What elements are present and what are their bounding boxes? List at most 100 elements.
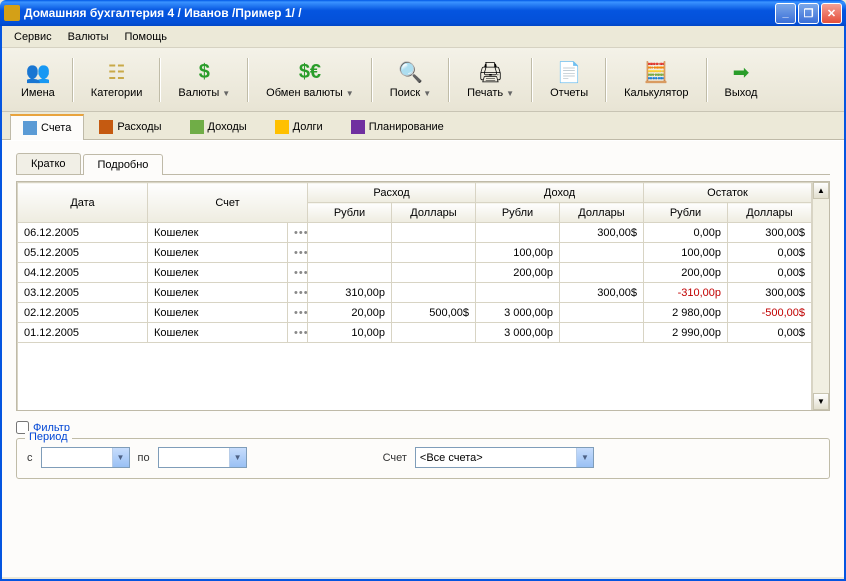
col-expense[interactable]: Расход (308, 183, 476, 203)
date-to-combo[interactable]: ▼ (158, 447, 247, 468)
table-row[interactable]: 04.12.2005Кошелек•••200,00р200,00р0,00$ (18, 263, 812, 283)
cell-more[interactable]: ••• (288, 303, 308, 323)
separator (531, 58, 533, 102)
date-from-combo[interactable]: ▼ (41, 447, 130, 468)
tab-planning[interactable]: Планирование (338, 114, 457, 139)
col-income-usd[interactable]: Доллары (560, 203, 644, 223)
tab-debts[interactable]: Долги (262, 114, 336, 139)
cell-date: 01.12.2005 (18, 323, 148, 343)
exchange-button[interactable]: $€Обмен валюты▼ (255, 56, 365, 104)
scroll-track[interactable] (813, 199, 829, 393)
cell-expense-usd (392, 283, 476, 303)
chevron-down-icon[interactable]: ▼ (229, 448, 246, 467)
cell-balance-rub: 100,00р (644, 243, 728, 263)
search-button[interactable]: 🔍Поиск▼ (379, 56, 442, 104)
col-expense-usd[interactable]: Доллары (392, 203, 476, 223)
tab-income[interactable]: Доходы (177, 114, 260, 139)
table-row[interactable]: 06.12.2005Кошелек•••300,00$0,00р300,00$ (18, 223, 812, 243)
cell-account: Кошелек (148, 303, 288, 323)
calculator-icon: 🧮 (644, 61, 668, 85)
menu-help[interactable]: Помощь (119, 29, 174, 45)
vertical-scrollbar[interactable]: ▲ ▼ (812, 182, 829, 410)
table-row[interactable]: 03.12.2005Кошелек•••310,00р300,00$-310,0… (18, 283, 812, 303)
categories-button[interactable]: ☷Категории (80, 56, 154, 104)
cell-balance-usd: 0,00$ (728, 323, 812, 343)
cell-more[interactable]: ••• (288, 223, 308, 243)
scroll-up-button[interactable]: ▲ (813, 182, 829, 199)
menu-currencies[interactable]: Валюты (62, 29, 115, 45)
menubar: Сервис Валюты Помощь (2, 26, 844, 48)
table-row[interactable]: 01.12.2005Кошелек•••10,00р3 000,00р2 990… (18, 323, 812, 343)
cell-date: 02.12.2005 (18, 303, 148, 323)
chevron-down-icon[interactable]: ▼ (576, 448, 593, 467)
tab-accounts[interactable]: Счета (10, 114, 84, 140)
names-button[interactable]: 👥Имена (10, 56, 66, 104)
separator (605, 58, 607, 102)
col-balance[interactable]: Остаток (644, 183, 812, 203)
reports-button[interactable]: 📄Отчеты (539, 56, 599, 104)
calculator-button[interactable]: 🧮Калькулятор (613, 56, 699, 104)
cell-income-usd (560, 243, 644, 263)
cell-more[interactable]: ••• (288, 323, 308, 343)
cell-balance-rub: -310,00р (644, 283, 728, 303)
cell-expense-rub (308, 263, 392, 283)
table-row[interactable]: 02.12.2005Кошелек•••20,00р500,00$3 000,0… (18, 303, 812, 323)
search-icon: 🔍 (398, 61, 422, 85)
cell-account: Кошелек (148, 323, 288, 343)
cell-more[interactable]: ••• (288, 263, 308, 283)
cell-balance-rub: 2 990,00р (644, 323, 728, 343)
data-grid: Дата Счет Расход Доход Остаток Рубли Дол… (16, 181, 830, 411)
account-combo[interactable]: <Все счета>▼ (415, 447, 594, 468)
cell-income-usd (560, 263, 644, 283)
main-tabs: Счета Расходы Доходы Долги Планирование (2, 112, 844, 140)
debts-icon (275, 120, 289, 134)
chevron-down-icon: ▼ (506, 89, 514, 98)
menu-service[interactable]: Сервис (8, 29, 58, 45)
period-fieldset: Период с ▼ по ▼ Счет <Все счета>▼ (16, 438, 830, 479)
cell-date: 05.12.2005 (18, 243, 148, 263)
table-row[interactable]: 05.12.2005Кошелек•••100,00р100,00р0,00$ (18, 243, 812, 263)
exit-button[interactable]: ➡Выход (714, 56, 769, 104)
col-account[interactable]: Счет (148, 183, 308, 223)
cell-balance-usd: -500,00$ (728, 303, 812, 323)
cell-income-usd (560, 323, 644, 343)
col-date[interactable]: Дата (18, 183, 148, 223)
cell-more[interactable]: ••• (288, 283, 308, 303)
col-balance-rub[interactable]: Рубли (644, 203, 728, 223)
cell-date: 06.12.2005 (18, 223, 148, 243)
close-button[interactable]: ✕ (821, 3, 842, 24)
currencies-button[interactable]: $Валюты▼ (167, 56, 241, 104)
scroll-down-button[interactable]: ▼ (813, 393, 829, 410)
cell-expense-usd (392, 263, 476, 283)
col-income[interactable]: Доход (476, 183, 644, 203)
filter-checkbox[interactable]: Фильтр (16, 421, 830, 434)
cell-account: Кошелек (148, 243, 288, 263)
col-income-rub[interactable]: Рубли (476, 203, 560, 223)
subtab-detailed[interactable]: Подробно (83, 154, 164, 175)
separator (448, 58, 450, 102)
cell-more[interactable]: ••• (288, 243, 308, 263)
cell-account: Кошелек (148, 283, 288, 303)
tab-expenses[interactable]: Расходы (86, 114, 174, 139)
from-label: с (27, 452, 33, 464)
col-balance-usd[interactable]: Доллары (728, 203, 812, 223)
cell-income-usd: 300,00$ (560, 283, 644, 303)
maximize-button[interactable]: ❐ (798, 3, 819, 24)
col-expense-rub[interactable]: Рубли (308, 203, 392, 223)
cell-date: 03.12.2005 (18, 283, 148, 303)
cell-balance-usd: 0,00$ (728, 243, 812, 263)
account-label: Счет (383, 452, 407, 464)
accounts-icon (23, 121, 37, 135)
chevron-down-icon[interactable]: ▼ (112, 448, 129, 467)
window-title: Домашняя бухгалтерия 4 / Иванов /Пример … (24, 6, 775, 20)
cell-income-rub: 100,00р (476, 243, 560, 263)
minimize-button[interactable]: _ (775, 3, 796, 24)
separator (371, 58, 373, 102)
period-legend: Период (25, 431, 72, 443)
print-button[interactable]: 🖨Печать▼ (456, 56, 525, 104)
cell-income-rub (476, 283, 560, 303)
subtab-brief[interactable]: Кратко (16, 153, 81, 174)
cell-balance-rub: 200,00р (644, 263, 728, 283)
cell-expense-rub: 20,00р (308, 303, 392, 323)
cell-balance-rub: 2 980,00р (644, 303, 728, 323)
